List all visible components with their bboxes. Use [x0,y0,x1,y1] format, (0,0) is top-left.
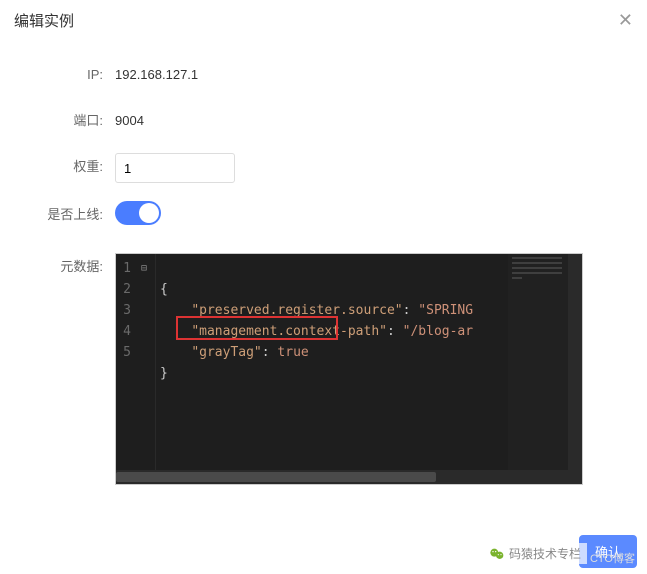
wechat-icon [489,546,505,562]
fold-icon[interactable]: ⊟ [137,258,147,279]
ip-label: IP: [0,61,115,89]
port-label: 端口: [0,107,115,135]
close-icon[interactable]: ✕ [618,10,633,31]
dialog-title: 编辑实例 [14,10,74,31]
vertical-scrollbar[interactable] [568,254,582,484]
online-label: 是否上线: [0,201,115,229]
line-gutter: 1⊟ 2 3 4 5 [116,254,156,484]
horizontal-scrollbar[interactable] [116,470,582,484]
blog-stamp: CTO博客 [590,550,635,566]
metadata-editor[interactable]: 1⊟ 2 3 4 5 { "preserved.register.source"… [115,253,583,485]
weight-label: 权重: [0,153,115,181]
metadata-label: 元数据: [0,253,115,281]
instance-form: IP: 192.168.127.1 端口: 9004 权重: 是否上线: 元数据… [0,41,647,485]
online-switch[interactable] [115,201,161,225]
wechat-watermark: 码猿技术专栏 [483,543,587,564]
scroll-thumb[interactable] [116,472,436,482]
weight-input[interactable] [115,153,235,183]
minimap[interactable] [508,254,568,484]
port-value: 9004 [115,107,647,135]
ip-value: 192.168.127.1 [115,61,647,89]
